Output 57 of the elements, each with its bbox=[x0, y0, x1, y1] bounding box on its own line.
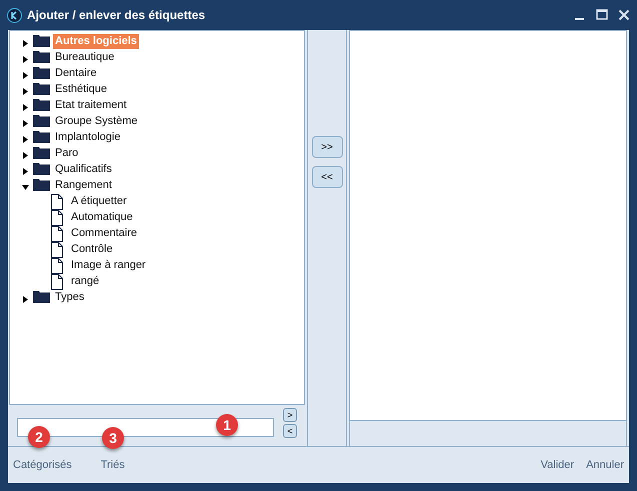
folder-icon bbox=[33, 114, 50, 127]
tree-item[interactable]: Groupe Système bbox=[53, 114, 140, 129]
expand-arrow-icon[interactable] bbox=[22, 40, 29, 47]
expand-arrow-icon[interactable] bbox=[22, 88, 29, 95]
folder-icon bbox=[33, 50, 50, 63]
folder-icon bbox=[33, 34, 50, 47]
tree-item[interactable]: Rangement bbox=[53, 178, 114, 193]
tree-item[interactable]: Commentaire bbox=[69, 226, 140, 241]
expand-arrow-icon[interactable] bbox=[22, 120, 29, 127]
expand-arrow-icon[interactable] bbox=[22, 296, 29, 303]
expand-arrow-icon[interactable] bbox=[22, 56, 29, 63]
collapse-arrow-icon[interactable] bbox=[22, 184, 29, 191]
remove-button[interactable]: << bbox=[312, 166, 342, 188]
folder-icon bbox=[33, 178, 50, 191]
expand-arrow-icon[interactable] bbox=[22, 104, 29, 111]
folder-icon bbox=[33, 98, 50, 111]
tree-item[interactable]: Bureautique bbox=[53, 50, 116, 65]
document-icon bbox=[51, 258, 63, 274]
tree-item[interactable]: Image à ranger bbox=[69, 258, 148, 273]
tree-item[interactable]: rangé bbox=[69, 274, 102, 289]
tab-link[interactable]: Catégorisés bbox=[13, 456, 72, 474]
previous-button[interactable]: < bbox=[283, 424, 297, 438]
document-icon bbox=[51, 210, 63, 226]
tree-item[interactable]: Types bbox=[53, 290, 86, 305]
tree-item[interactable]: Esthétique bbox=[53, 82, 109, 97]
next-button[interactable]: > bbox=[283, 408, 297, 422]
folder-icon bbox=[33, 162, 50, 175]
document-icon bbox=[51, 194, 63, 210]
folder-icon bbox=[33, 130, 50, 143]
folder-icon bbox=[33, 82, 50, 95]
document-icon bbox=[51, 242, 63, 258]
expand-arrow-icon[interactable] bbox=[22, 168, 29, 175]
tab-link[interactable]: Triés bbox=[100, 456, 125, 474]
tree-item[interactable]: Paro bbox=[53, 146, 80, 161]
close-icon[interactable] bbox=[618, 9, 630, 21]
document-icon bbox=[51, 226, 63, 242]
tree-item[interactable]: Implantologie bbox=[53, 130, 122, 145]
validate-button[interactable]: Valider bbox=[540, 456, 574, 474]
tree-item[interactable]: A étiquetter bbox=[69, 194, 129, 209]
window-title: Ajouter / enlever des étiquettes bbox=[27, 7, 206, 24]
add-button[interactable]: >> bbox=[312, 136, 342, 158]
folder-icon bbox=[33, 146, 50, 159]
tree-item[interactable]: Automatique bbox=[69, 210, 135, 225]
cancel-button[interactable]: Annuler bbox=[586, 456, 624, 474]
expand-arrow-icon[interactable] bbox=[22, 72, 29, 79]
callout-badge: 1 bbox=[216, 414, 238, 436]
expand-arrow-icon[interactable] bbox=[22, 152, 29, 159]
tree-item[interactable]: Contrôle bbox=[69, 242, 115, 257]
tree-item[interactable]: Etat traitement bbox=[53, 98, 129, 113]
expand-arrow-icon[interactable] bbox=[22, 136, 29, 143]
folder-icon bbox=[33, 290, 50, 303]
folder-icon bbox=[33, 66, 50, 79]
document-icon bbox=[51, 274, 63, 290]
tree-item[interactable]: Qualificatifs bbox=[53, 162, 114, 177]
tree-item[interactable]: Dentaire bbox=[53, 66, 99, 81]
maximize-icon[interactable] bbox=[596, 9, 608, 21]
app-logo-icon bbox=[7, 8, 22, 22]
